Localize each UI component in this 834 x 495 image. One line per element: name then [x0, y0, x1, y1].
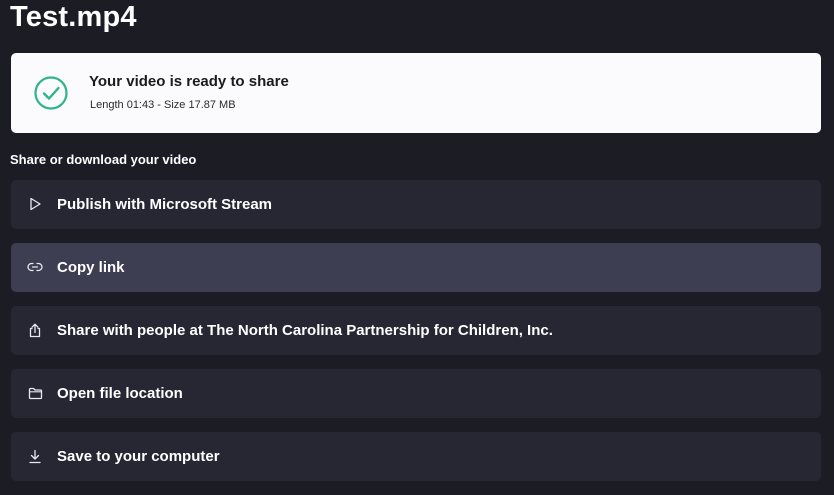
- open-file-location-label: Open file location: [57, 385, 183, 402]
- ready-status-card: Your video is ready to share Length 01:4…: [11, 53, 821, 133]
- share-icon: [27, 322, 43, 338]
- copy-link-label: Copy link: [57, 259, 125, 276]
- video-length-size: Length 01:43 - Size 17.87 MB: [90, 99, 236, 111]
- open-file-location-button[interactable]: Open file location: [11, 369, 821, 418]
- check-circle-icon: [33, 75, 69, 111]
- download-icon: [27, 448, 43, 464]
- folder-icon: [27, 385, 43, 401]
- copy-link-button[interactable]: Copy link: [11, 243, 821, 292]
- share-section-heading: Share or download your video: [10, 152, 197, 167]
- share-page: Test.mp4 Your video is ready to share Le…: [0, 0, 834, 495]
- publish-stream-label: Publish with Microsoft Stream: [57, 196, 273, 213]
- ready-status-title: Your video is ready to share: [89, 73, 289, 90]
- link-icon: [27, 259, 43, 275]
- play-icon: [27, 196, 43, 212]
- share-with-people-label: Share with people at The North Carolina …: [57, 322, 553, 339]
- share-with-people-button[interactable]: Share with people at The North Carolina …: [11, 306, 821, 355]
- page-title: Test.mp4: [10, 1, 137, 33]
- save-to-computer-label: Save to your computer: [57, 448, 220, 465]
- publish-stream-button[interactable]: Publish with Microsoft Stream: [11, 180, 821, 229]
- save-to-computer-button[interactable]: Save to your computer: [11, 432, 821, 481]
